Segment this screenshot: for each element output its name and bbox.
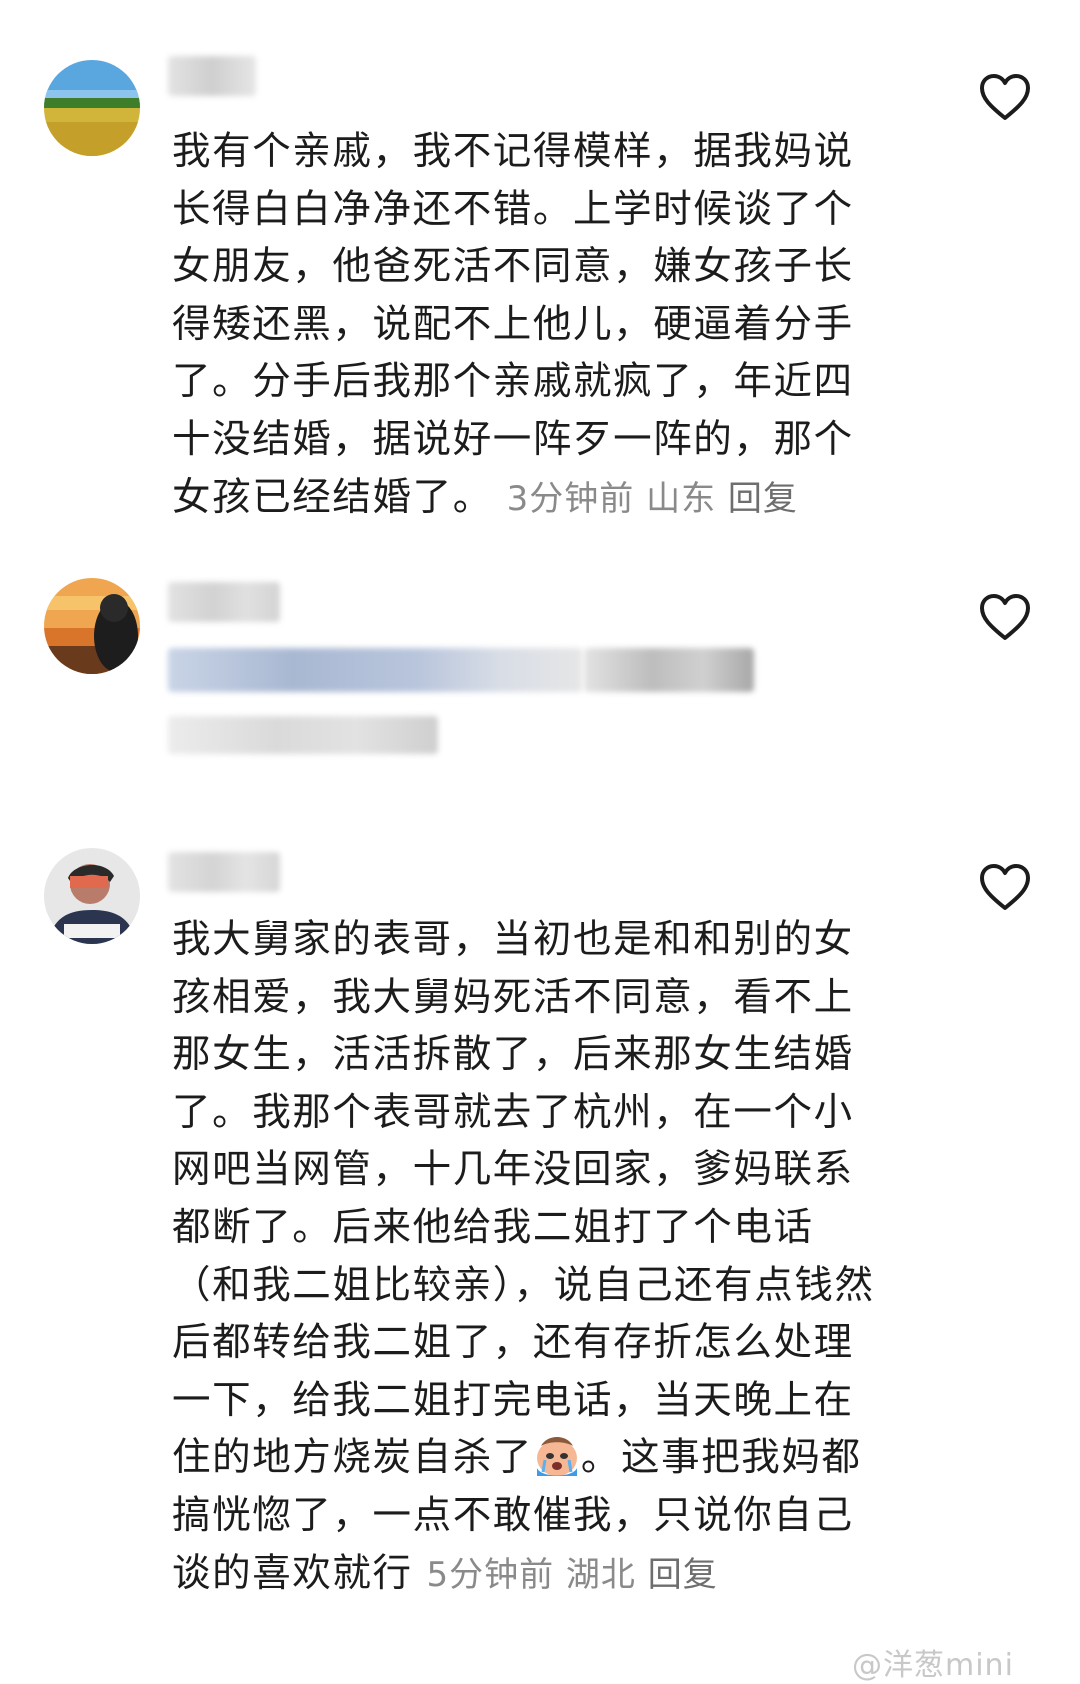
landscape-field-avatar-icon xyxy=(44,60,140,156)
comment-location: 山东 xyxy=(646,478,717,519)
comment-meta: 3分钟前 山东 回复 xyxy=(507,479,798,519)
comment-time: 5分钟前 xyxy=(426,1554,555,1595)
crying-emoji-icon xyxy=(533,1432,581,1478)
like-button[interactable] xyxy=(978,592,1032,642)
like-button[interactable] xyxy=(978,862,1032,912)
username-blurred xyxy=(168,56,256,96)
user-avatar[interactable] xyxy=(44,578,140,674)
heart-outline-icon xyxy=(980,74,1030,120)
watermark: @洋葱mini xyxy=(852,1648,1014,1683)
person-drawing-avatar-icon xyxy=(44,848,140,944)
comment-location: 湖北 xyxy=(565,1554,636,1595)
user-avatar[interactable] xyxy=(44,848,140,944)
comment-text: 我有个亲戚，我不记得模样，据我妈说长得白白净净还不错。上学时候谈了个女朋友，他爸… xyxy=(172,123,892,528)
like-button[interactable] xyxy=(978,72,1032,122)
heart-outline-icon xyxy=(980,594,1030,640)
comment-time: 3分钟前 xyxy=(506,478,635,519)
comment-text-blurred xyxy=(168,648,582,692)
comment-meta: 5分钟前 湖北 回复 xyxy=(426,1555,717,1595)
reply-button[interactable]: 回复 xyxy=(728,479,798,519)
username-blurred xyxy=(168,582,280,622)
comment-meta-blurred xyxy=(168,716,438,754)
heart-outline-icon xyxy=(980,864,1030,910)
comment-body: 我大舅家的表哥，当初也是和和别的女孩相爱，我大舅妈死活不同意，看不上那女生，活活… xyxy=(172,917,875,1481)
user-avatar[interactable] xyxy=(44,60,140,156)
sunset-person-avatar-icon xyxy=(44,578,140,674)
comment-body: 我有个亲戚，我不记得模样，据我妈说长得白白净净还不错。上学时候谈了个女朋友，他爸… xyxy=(172,129,854,520)
comment-text: 我大舅家的表哥，当初也是和和别的女孩相爱，我大舅妈死活不同意，看不上那女生，活活… xyxy=(172,911,892,1604)
comment-text-blurred xyxy=(584,648,754,692)
reply-button[interactable]: 回复 xyxy=(648,1555,718,1595)
username-blurred xyxy=(168,852,280,892)
